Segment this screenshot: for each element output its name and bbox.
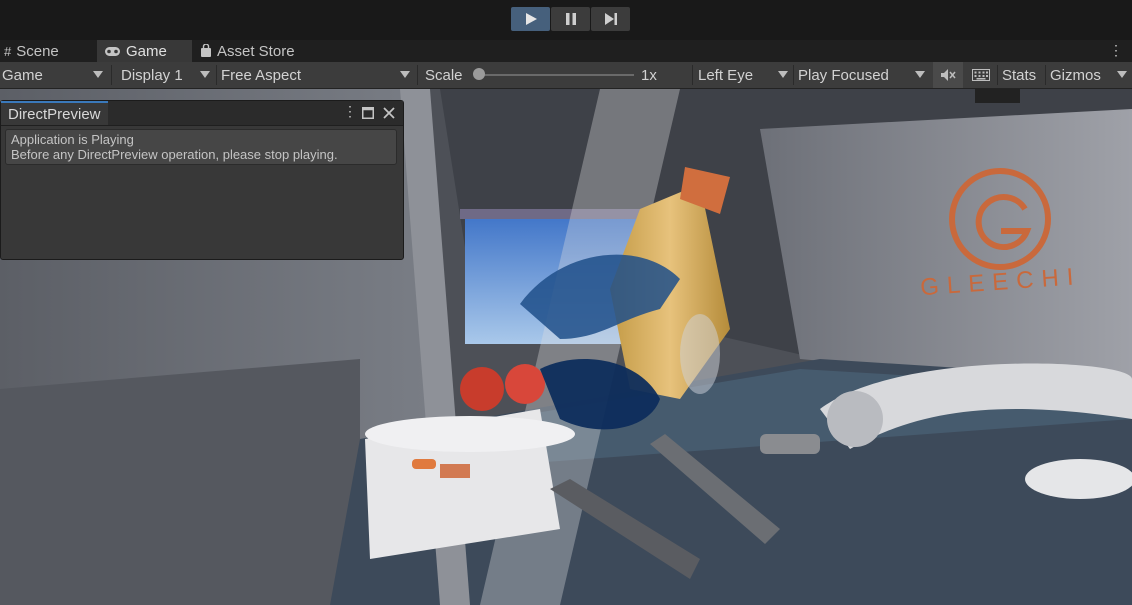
scale-label: Scale — [425, 66, 463, 84]
scale-slider-handle[interactable] — [473, 68, 485, 80]
chevron-down-icon — [778, 71, 788, 78]
bag-icon — [201, 44, 211, 57]
pause-button[interactable] — [551, 7, 590, 31]
mute-audio-button[interactable] — [933, 62, 963, 88]
display-dropdown-value: Display 1 — [121, 66, 183, 84]
keyboard-button[interactable] — [966, 62, 996, 88]
tab-game[interactable]: Game — [97, 40, 192, 62]
chevron-down-icon — [93, 71, 103, 78]
play-mode-dropdown-value: Play Focused — [798, 66, 889, 84]
playback-controls — [511, 7, 630, 31]
warning-line-1: Application is Playing — [11, 132, 134, 147]
keyboard-icon — [972, 69, 990, 81]
gizmos-button[interactable]: Gizmos — [1050, 62, 1101, 88]
panel-more-icon[interactable]: ⋮ — [343, 103, 357, 120]
tab-asset-store-label: Asset Store — [217, 42, 295, 60]
mode-dropdown[interactable]: Game — [2, 62, 106, 88]
play-mode-dropdown[interactable]: Play Focused — [798, 62, 928, 88]
mute-icon — [941, 69, 956, 81]
divider — [1045, 65, 1046, 85]
maximize-icon[interactable] — [362, 107, 374, 119]
chevron-down-icon — [200, 71, 210, 78]
chevron-down-icon — [400, 71, 410, 78]
play-toolbar — [0, 0, 1132, 40]
eye-dropdown[interactable]: Left Eye — [698, 62, 790, 88]
window-tab-bar: # Scene Game Asset Store ⋮ — [0, 40, 1132, 62]
divider — [997, 65, 998, 85]
eye-dropdown-value: Left Eye — [698, 66, 754, 84]
gamepad-icon — [105, 46, 120, 56]
chevron-down-icon — [915, 71, 925, 78]
stats-button[interactable]: Stats — [1002, 62, 1036, 88]
tab-scene-label: Scene — [16, 42, 59, 60]
mode-dropdown-value: Game — [2, 66, 43, 84]
more-options-icon[interactable]: ⋮ — [1109, 42, 1123, 59]
divider — [692, 65, 693, 85]
direct-preview-title: DirectPreview — [8, 105, 101, 123]
tab-game-label: Game — [126, 42, 167, 60]
display-dropdown[interactable]: Display 1 — [121, 62, 213, 88]
step-icon — [604, 13, 617, 25]
gizmos-chevron-down-icon[interactable] — [1117, 71, 1127, 78]
divider — [417, 65, 418, 85]
divider — [111, 65, 112, 85]
divider — [216, 65, 217, 85]
playing-warning-box: Application is Playing Before any Direct… — [5, 129, 397, 165]
grid-icon: # — [4, 43, 12, 59]
divider — [793, 65, 794, 85]
tab-scene[interactable]: # Scene — [4, 40, 94, 62]
aspect-dropdown[interactable]: Free Aspect — [221, 62, 413, 88]
pause-icon — [565, 13, 576, 25]
aspect-dropdown-value: Free Aspect — [221, 66, 302, 84]
play-icon — [525, 13, 537, 25]
close-icon[interactable] — [383, 107, 395, 119]
play-button[interactable] — [511, 7, 550, 31]
game-toolbar: Game Display 1 Free Aspect Scale 1x Left… — [0, 62, 1132, 89]
scale-value: 1x — [641, 66, 657, 84]
scale-slider-track[interactable] — [477, 74, 634, 76]
step-button[interactable] — [591, 7, 630, 31]
direct-preview-header: DirectPreview ⋮ — [1, 101, 403, 126]
warning-line-2: Before any DirectPreview operation, plea… — [11, 147, 338, 162]
direct-preview-window: DirectPreview ⋮ Application is Playing B… — [0, 100, 404, 260]
tab-asset-store[interactable]: Asset Store — [200, 40, 310, 62]
direct-preview-tab[interactable]: DirectPreview — [1, 101, 108, 125]
